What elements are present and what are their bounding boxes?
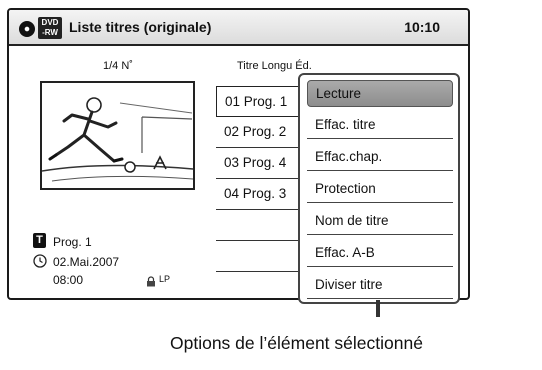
title-thumbnail [40,81,195,190]
clock-icon [33,254,47,273]
dvd-badge-line1: DVD [41,18,59,27]
title-list-row-label: 02 Prog. 2 [224,124,287,139]
dvd-rw-badge-icon: DVD -RW [38,17,62,39]
record-date: 02.Mai.2007 [53,255,120,269]
record-mode: LP [159,274,171,284]
options-menu: Lecture Effac. titre Effac.chap. Protect… [298,73,460,304]
soccer-player-thumbnail-image [41,97,194,182]
clock-display: 10:10 [404,19,440,35]
menu-item-nom-de-titre[interactable]: Nom de titre [307,208,453,235]
title-list-header: Titre Longu Éd. [237,60,312,72]
disc-icon [19,21,35,37]
screen-title: Liste titres (originale) [69,19,212,35]
menu-item-effac-chap[interactable]: Effac.chap. [307,144,453,171]
title-list-row-label: 04 Prog. 3 [224,186,287,201]
callout-caption: Options de l’élément sélectionné [170,333,423,353]
menu-item-diviser-titre[interactable]: Diviser titre [307,272,453,299]
menu-item-effac-titre[interactable]: Effac. titre [307,112,453,139]
menu-item-protection[interactable]: Protection [307,176,453,203]
callout-line [376,300,380,317]
title-list-row-label: 03 Prog. 4 [224,155,287,170]
menu-item-lecture[interactable]: Lecture [307,80,453,107]
menu-item-effac-a-b[interactable]: Effac. A-B [307,240,453,267]
title-list-row-label: 01 Prog. 1 [225,94,288,109]
title-marker-icon: T [33,233,46,248]
protect-icon [146,274,156,292]
title-bar: DVD -RW Liste titres (originale) 10:10 [9,10,468,46]
program-name: Prog. 1 [53,235,92,249]
dvd-badge-line2: -RW [42,28,58,37]
record-time: 08:00 [53,273,84,287]
thumbnail-counter: 1/4 N˚ [103,60,133,72]
